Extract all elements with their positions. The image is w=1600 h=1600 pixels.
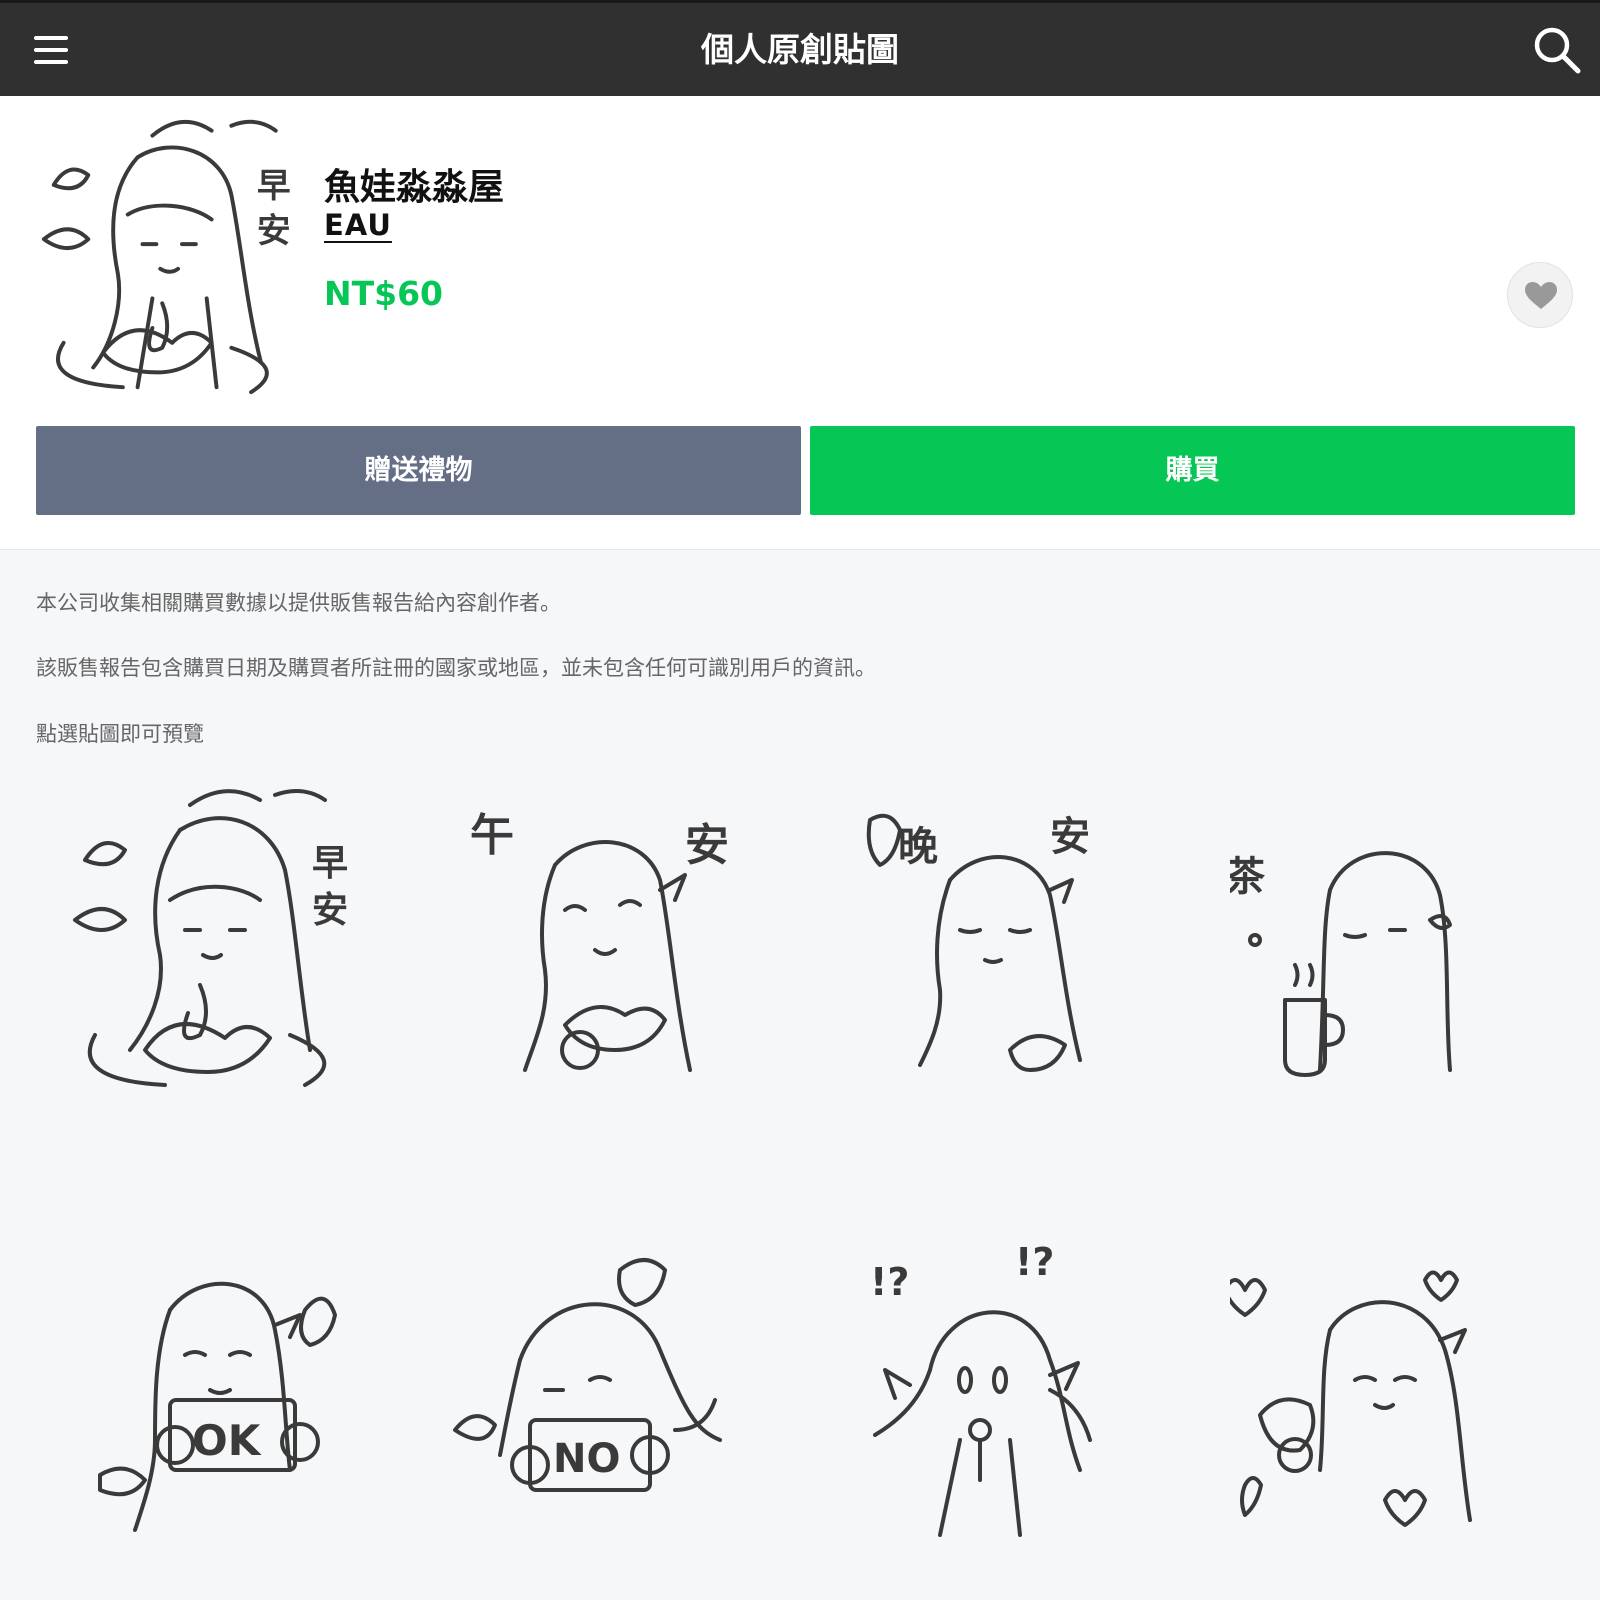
- product-price: NT$60: [324, 274, 444, 313]
- sticker-item[interactable]: [1223, 1230, 1570, 1570]
- sticker-text-b: 安: [312, 890, 348, 931]
- sales-report-notice: 該販售報告包含購買日期及購買者所註冊的國家或地區，並未包含任何可識別用戶的資訊。: [36, 656, 876, 680]
- sticker-item[interactable]: OK: [60, 1230, 400, 1570]
- sticker-text-a: NO: [553, 1436, 620, 1482]
- gift-button[interactable]: 贈送禮物: [36, 426, 801, 515]
- search-icon: [1534, 27, 1581, 74]
- sticker-text-a: OK: [192, 1416, 262, 1465]
- product-name: 魚娃淼淼屋: [324, 167, 505, 208]
- product-header: 早 安 魚娃淼淼屋 EAU NT$60 贈送禮物 購買: [0, 96, 1600, 550]
- top-bar: 個人原創貼圖: [0, 0, 1600, 96]
- purchase-data-notice: 本公司收集相關購買數據以提供販售報告給內容創作者。: [36, 591, 561, 615]
- favorite-button[interactable]: [1507, 262, 1573, 328]
- main-sticker-image: 早 安: [34, 104, 330, 404]
- page-title: 個人原創貼圖: [701, 30, 899, 69]
- sticker-text-a: !?: [870, 1260, 909, 1304]
- sticker-text-b: 安: [685, 820, 729, 871]
- sticker-text-a: 晚: [898, 824, 938, 870]
- sticker-item[interactable]: !? !?: [850, 1230, 1190, 1570]
- product-author-link[interactable]: EAU: [324, 208, 392, 242]
- heart-icon: [1525, 282, 1557, 309]
- main-sticker-text-b: 安: [257, 211, 291, 250]
- sticker-item[interactable]: NO: [445, 1230, 785, 1570]
- sticker-text-b: 安: [1050, 814, 1090, 860]
- search-button[interactable]: [1532, 25, 1584, 77]
- sticker-text-a: 午: [470, 810, 514, 861]
- sticker-item[interactable]: 茶: [1225, 770, 1570, 1110]
- sticker-item[interactable]: 午 安: [445, 770, 785, 1110]
- main-sticker-text-a: 早: [257, 166, 291, 205]
- sticker-item[interactable]: 晚 安: [850, 770, 1190, 1110]
- sticker-item[interactable]: 早 安: [60, 770, 400, 1110]
- sticker-text-a: 茶: [1230, 854, 1266, 900]
- preview-hint: 點選貼圖即可預覽: [36, 722, 204, 746]
- sticker-text-a: 早: [312, 843, 348, 884]
- buy-button[interactable]: 購買: [810, 426, 1575, 515]
- sticker-text-b: !?: [1015, 1240, 1054, 1284]
